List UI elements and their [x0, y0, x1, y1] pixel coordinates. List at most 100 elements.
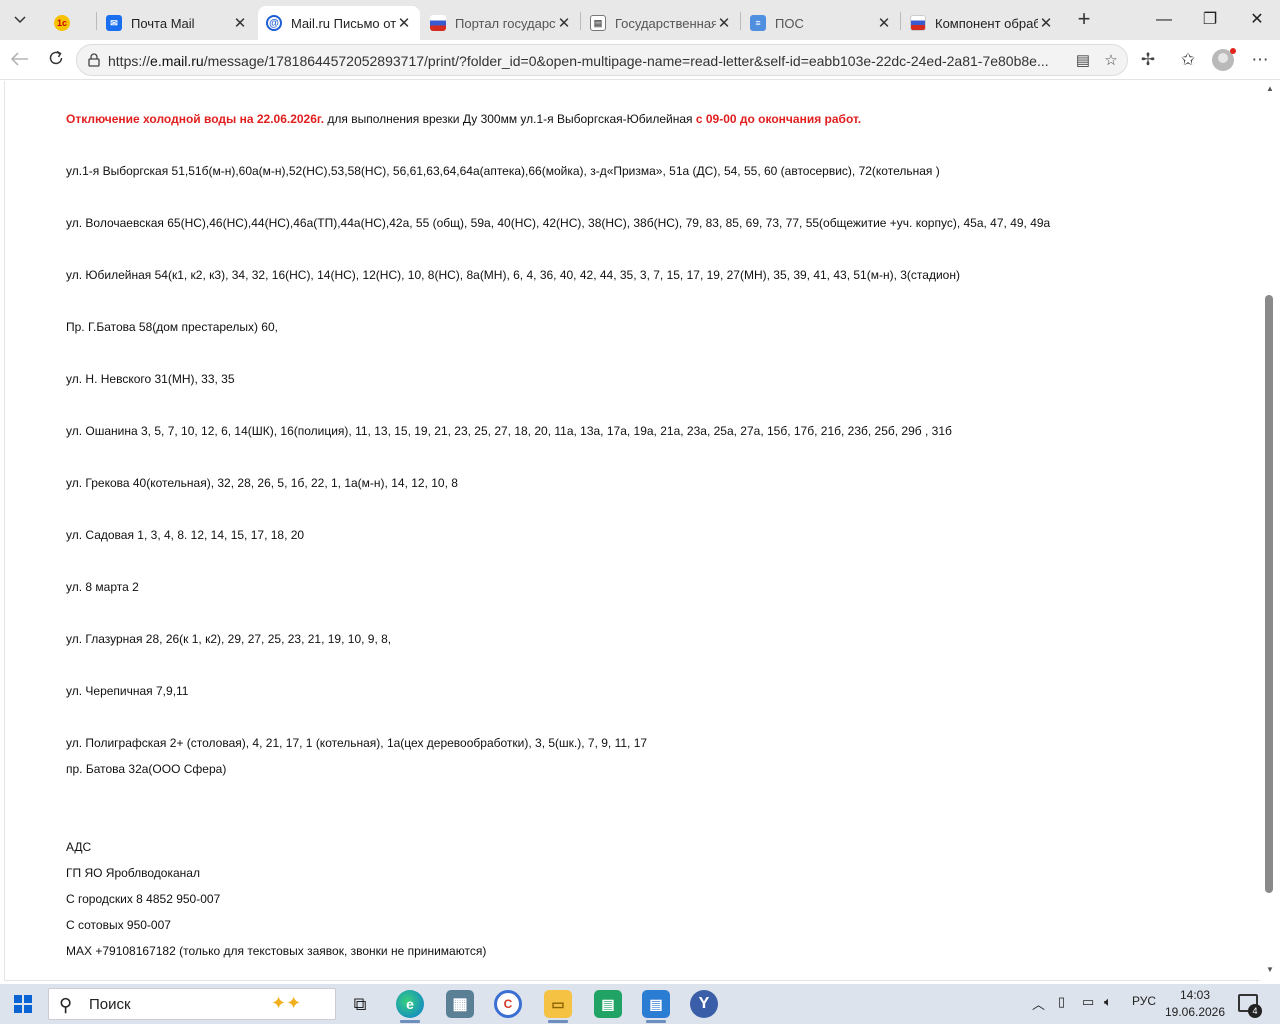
profile-status-dot: [1230, 48, 1236, 54]
clock-time: 14:03: [1179, 988, 1211, 1002]
signature-line: АДС: [66, 840, 92, 854]
letter-headline: Отключение холодной воды на 22.06.2026г.…: [66, 112, 861, 126]
address-bar[interactable]: https://e.mail.ru/message/17818644572052…: [76, 44, 1128, 76]
taskbar-search[interactable]: ⚲ Поиск ✦✦: [48, 988, 336, 1020]
taskbar-clock[interactable]: 14:03 19.06.2026: [1162, 987, 1228, 1021]
address-line: ул. Ошанина 3, 5, 7, 10, 12, 6, 14(ШК), …: [66, 424, 952, 438]
battery-meter-icon[interactable]: ▯: [1058, 994, 1065, 1010]
tab-gis[interactable]: ▤ Государственная и ✕: [582, 6, 740, 40]
address-line: ул. Садовая 1, 3, 4, 8. 12, 14, 15, 17, …: [66, 528, 305, 542]
minimize-button[interactable]: —: [1152, 8, 1176, 32]
address-line: ул. Н. Невского 31(МН), 33, 35: [66, 372, 235, 386]
signature-line: MAX +79108167182 (только для текстовых з…: [66, 944, 487, 958]
close-tab-icon[interactable]: ✕: [716, 14, 732, 32]
scroll-down-icon[interactable]: ▼: [1265, 965, 1275, 975]
show-hidden-icons-chevron-icon[interactable]: ︿: [1032, 994, 1045, 1013]
document-app-icon[interactable]: ▤: [642, 990, 670, 1018]
restore-button[interactable]: ❐: [1198, 8, 1222, 32]
notification-count-badge: 4: [1248, 1004, 1262, 1018]
close-tab-icon[interactable]: ✕: [232, 14, 248, 32]
favorites-icon[interactable]: ✩: [1176, 48, 1200, 72]
document-icon: ▤: [590, 15, 606, 31]
network-icon[interactable]: ▭: [1082, 994, 1094, 1010]
tab-mail[interactable]: ✉ Почта Mail ✕: [98, 6, 256, 40]
scroll-up-icon[interactable]: ▲: [1265, 84, 1275, 94]
close-tab-icon[interactable]: ✕: [876, 14, 892, 32]
calculator-icon[interactable]: ▦: [446, 990, 474, 1018]
signature-line: С сотовых 950-007: [66, 918, 171, 932]
back-button[interactable]: [8, 48, 32, 72]
file-explorer-icon[interactable]: ▭: [544, 990, 572, 1018]
address-line: ул. 8 марта 2: [66, 580, 139, 594]
address-line: ул. Глазурная 28, 26(к 1, к2), 29, 27, 2…: [66, 632, 392, 646]
signature-line: ГП ЯО Яроблводоканал: [66, 866, 200, 880]
tab-title: Государственная и: [615, 15, 716, 31]
reload-button[interactable]: [44, 48, 68, 72]
windows-taskbar: ⚲ Поиск ✦✦ ⧉ e ▦ C ▭ ▤ ▤ Y ︿ ▯ ▭ 🔈︎ РУС …: [0, 984, 1280, 1024]
headline-date: Отключение холодной воды на 22.06.2026г.: [66, 112, 325, 126]
address-line: Пр. Г.Батова 58(дом престарелых) 60,: [66, 320, 278, 334]
letter-content: Отключение холодной воды на 22.06.2026г.…: [4, 81, 1260, 981]
tab-title: Компонент обрабо: [935, 15, 1038, 31]
windows-logo-icon: [14, 995, 22, 1003]
tab-divider: [740, 12, 741, 30]
url-text[interactable]: https://e.mail.ru/message/17818644572052…: [108, 53, 1068, 69]
tab-component[interactable]: Компонент обрабо ✕: [902, 6, 1062, 40]
tab-title: Mail.ru Письмо от к: [291, 15, 396, 31]
scrollbar-thumb[interactable]: [1265, 295, 1273, 893]
1c-icon: 1с: [54, 15, 70, 31]
spreadsheet-app-icon[interactable]: ▤: [594, 990, 622, 1018]
clock-date: 19.06.2026: [1164, 1005, 1226, 1019]
tab-bar: 1с ✉ Почта Mail ✕ @ Mail.ru Письмо от к …: [0, 0, 1280, 40]
active-app-indicator: [646, 1020, 666, 1023]
tab-title: Почта Mail: [131, 15, 195, 31]
tab-gosuslugi[interactable]: Портал государств ✕: [422, 6, 580, 40]
chrome-like-browser-icon[interactable]: C: [494, 990, 522, 1018]
more-menu-icon[interactable]: ⋯: [1248, 48, 1272, 72]
tab-actions-menu-button[interactable]: [6, 6, 34, 34]
url-path: /message/17818644572052893717/print/?fol…: [203, 53, 1049, 69]
active-app-indicator: [400, 1020, 420, 1023]
tab-divider: [580, 12, 581, 30]
close-tab-icon[interactable]: ✕: [396, 14, 412, 32]
windows-logo-icon: [14, 1005, 22, 1013]
windows-logo-icon: [24, 995, 32, 1003]
navigation-bar: https://e.mail.ru/message/17818644572052…: [0, 40, 1280, 80]
address-line: ул.1-я Выборгская 51,51б(м-н),60а(м-н),5…: [66, 164, 940, 178]
close-window-button[interactable]: ✕: [1245, 8, 1269, 32]
search-placeholder: Поиск: [89, 996, 131, 1013]
tab-1c[interactable]: 1с: [46, 6, 94, 40]
search-icon: ⚲: [59, 995, 73, 1015]
tab-title: Портал государств: [455, 15, 556, 31]
signature-line: С городских 8 4852 950-007: [66, 892, 221, 906]
copilot-sparkle-icon: ✦✦: [271, 993, 302, 1013]
address-line: ул. Черепичная 7,9,11: [66, 684, 189, 698]
tab-mailru-letter[interactable]: @ Mail.ru Письмо от к ✕: [258, 6, 420, 40]
volume-muted-icon[interactable]: 🔈︎: [1104, 994, 1112, 1010]
close-tab-icon[interactable]: ✕: [1038, 14, 1054, 32]
start-button[interactable]: [14, 995, 32, 1013]
headline-time: с 09-00 до окончания работ.: [695, 112, 862, 126]
task-view-icon[interactable]: ⧉: [346, 990, 374, 1018]
tab-pos[interactable]: ≡ ПОС ✕: [742, 6, 900, 40]
reader-view-icon[interactable]: ▤: [1073, 51, 1093, 71]
flag-icon: [910, 15, 926, 31]
mail-icon: ✉: [106, 15, 122, 31]
input-language-indicator[interactable]: РУС: [1132, 994, 1156, 1008]
chevron-down-icon: [14, 16, 26, 24]
extensions-icon[interactable]: ✢: [1136, 48, 1160, 72]
edge-browser-icon[interactable]: e: [396, 990, 424, 1018]
windows-logo-icon: [24, 1005, 32, 1013]
new-tab-button[interactable]: +: [1072, 8, 1096, 32]
reload-icon: [49, 50, 63, 65]
address-line: ул. Грекова 40(котельная), 32, 28, 26, 5…: [66, 476, 458, 490]
tab-divider: [900, 12, 901, 30]
address-line: ул. Волочаевская 65(НС),46(НС),44(НС),46…: [66, 216, 1051, 230]
tab-divider: [96, 12, 97, 30]
lock-icon[interactable]: [87, 53, 101, 67]
page-scrollbar[interactable]: ▲ ▼: [1261, 81, 1280, 981]
favorite-star-icon[interactable]: ☆: [1101, 51, 1121, 71]
yandex-browser-icon[interactable]: Y: [690, 990, 718, 1018]
close-tab-icon[interactable]: ✕: [556, 14, 572, 32]
pos-icon: ≡: [750, 15, 766, 31]
